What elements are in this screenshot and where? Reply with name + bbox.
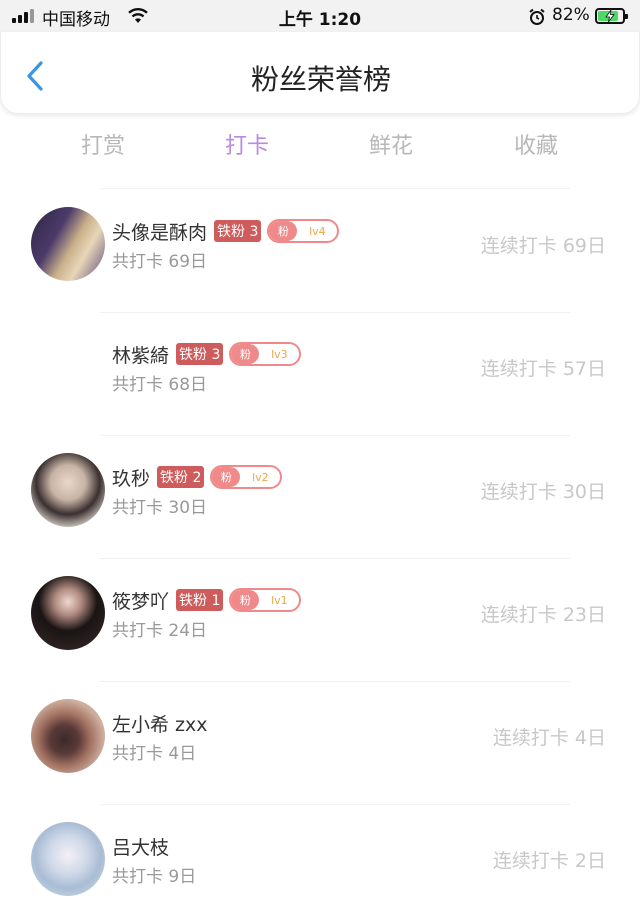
fan-name: 林紫綺 <box>112 344 170 367</box>
fan-level: lv3 <box>271 347 288 361</box>
fan-badge-label: 粉 <box>212 467 241 487</box>
checkin-streak: 连续打卡 30日 <box>480 481 606 503</box>
total-checkins: 共打卡 9日 <box>112 867 197 887</box>
fan-name: 玖秒 <box>112 467 151 490</box>
avatar[interactable] <box>31 576 105 650</box>
list-item[interactable]: 左小希 zxx 共打卡 4日 连续打卡 4日 <box>0 682 640 805</box>
avatar[interactable] <box>31 699 105 773</box>
total-checkins: 共打卡 24日 <box>112 621 208 641</box>
alarm-icon <box>529 8 545 25</box>
total-checkins: 共打卡 30日 <box>112 498 208 518</box>
checkin-streak: 连续打卡 4日 <box>492 727 606 749</box>
iron-fan-badge: 铁粉 3 <box>214 220 262 242</box>
fan-name: 左小希 zxx <box>112 713 208 736</box>
total-checkins: 共打卡 68日 <box>112 375 208 395</box>
battery-icon <box>595 8 628 24</box>
fan-level-badge: 粉 lv1 <box>229 588 302 612</box>
list-item[interactable]: 林紫綺 铁粉 3 粉 lv3 共打卡 68日 连续打卡 57日 <box>0 313 640 436</box>
avatar[interactable] <box>31 207 105 281</box>
tab-favorites[interactable]: 收藏 <box>476 128 596 160</box>
fan-level: lv2 <box>252 470 269 484</box>
divider <box>100 188 570 189</box>
checkin-streak: 连续打卡 2日 <box>492 850 606 872</box>
fan-name: 头像是酥肉 <box>112 221 208 244</box>
battery-percent: 82% <box>552 5 590 25</box>
iron-fan-badge: 铁粉 3 <box>176 343 224 365</box>
list-item[interactable]: 筱梦吖 铁粉 1 粉 lv1 共打卡 24日 连续打卡 23日 <box>0 559 640 682</box>
iron-fan-badge: 铁粉 2 <box>157 466 205 488</box>
checkin-streak: 连续打卡 23日 <box>480 604 606 626</box>
tab-checkin[interactable]: 打卡 <box>187 128 307 160</box>
nav-header: 粉丝荣誉榜 <box>0 32 640 114</box>
fan-level-badge: 粉 lv2 <box>210 465 283 489</box>
fan-level: lv4 <box>309 224 326 238</box>
fan-badge-label: 粉 <box>231 344 260 364</box>
checkin-streak: 连续打卡 57日 <box>480 358 606 380</box>
fan-level-badge: 粉 lv4 <box>267 219 340 243</box>
fan-name: 筱梦吖 <box>112 590 170 613</box>
list-item[interactable]: 吕大枝 共打卡 9日 连续打卡 2日 <box>0 805 640 917</box>
tab-flowers[interactable]: 鲜花 <box>331 128 451 160</box>
page-title: 粉丝荣誉榜 <box>250 63 391 96</box>
avatar[interactable] <box>31 453 105 527</box>
status-bar: 中国移动 上午 1:20 82% <box>0 0 640 32</box>
tab-bar: 打赏 打卡 鲜花 收藏 <box>0 122 640 166</box>
fan-level: lv1 <box>271 593 288 607</box>
avatar[interactable] <box>31 822 105 896</box>
iron-fan-badge: 铁粉 1 <box>176 589 224 611</box>
fan-badge-label: 粉 <box>269 221 298 241</box>
total-checkins: 共打卡 4日 <box>112 744 197 764</box>
fan-badge-label: 粉 <box>231 590 260 610</box>
fan-name: 吕大枝 <box>112 836 170 859</box>
fan-level-badge: 粉 lv3 <box>229 342 302 366</box>
tab-reward[interactable]: 打赏 <box>43 128 163 160</box>
list-item[interactable]: 玖秒 铁粉 2 粉 lv2 共打卡 30日 连续打卡 30日 <box>0 436 640 559</box>
checkin-streak: 连续打卡 69日 <box>480 235 606 257</box>
list-item[interactable]: 头像是酥肉 铁粉 3 粉 lv4 共打卡 69日 连续打卡 69日 <box>0 190 640 313</box>
total-checkins: 共打卡 69日 <box>112 252 208 272</box>
